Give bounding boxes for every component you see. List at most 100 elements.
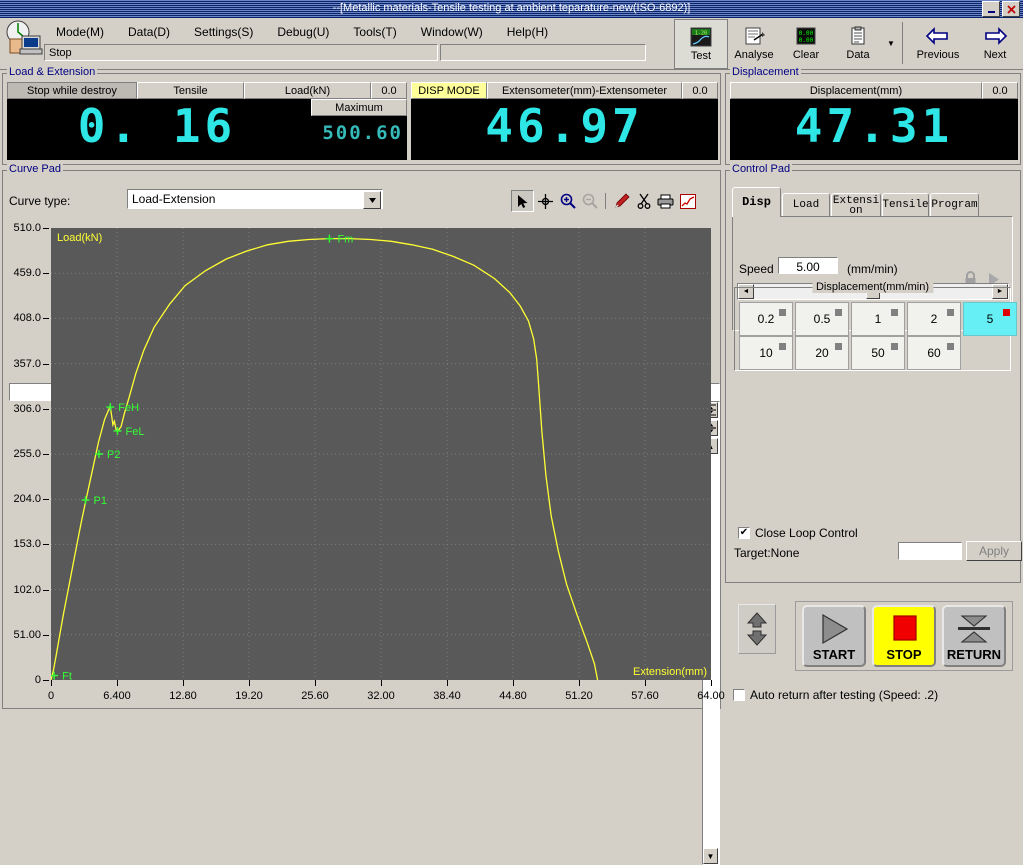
crosshair-icon[interactable] [535,191,556,211]
y-tick-mark [43,544,49,546]
tab-program[interactable]: Program [930,193,979,217]
chevron-down-icon[interactable] [363,191,381,209]
apply-button[interactable]: Apply [966,541,1022,561]
speed-button-10[interactable]: 10 [739,336,793,370]
svg-text:0.00: 0.00 [799,30,814,37]
speed-button-5[interactable]: 5 [963,302,1017,336]
speed-button-60[interactable]: 60 [907,336,961,370]
chart-scroll-down-button[interactable]: ▼ [703,848,718,864]
close-loop-control-row[interactable]: ✔ Close Loop Control [738,526,858,540]
window-title-bar: --[Metallic materials-Tensile testing at… [0,0,1023,18]
updown-jog-button[interactable] [738,604,776,654]
toolbar-button-test[interactable]: 1-20 Test [674,19,728,69]
stop-while-destroy-button[interactable]: Stop while destroy [7,82,137,99]
extensometer-label[interactable]: Extensometer(mm)-Extensometer [487,82,682,99]
status-text: Stop [44,44,438,61]
tab-load[interactable]: Load [782,193,830,217]
speed-indicator-dot [947,343,954,350]
displacement-label[interactable]: Displacement(mm) [730,82,982,99]
toolbar-button-clear[interactable]: 0.00 0.00 Clear [780,19,832,67]
load-panel: Stop while destroy Tensile Load(kN) 0.0 … [7,82,407,160]
load-panel-header: Stop while destroy Tensile Load(kN) 0.0 [7,82,407,99]
menu-item-help[interactable]: Help(H) [495,22,560,42]
svg-text:P2: P2 [107,449,120,461]
speed-input[interactable]: 5.00 [778,257,838,274]
chart-container[interactable]: 0 51.00 102.0 153.0 204.0 255.0 306.0 357.0 408.… [9,215,724,715]
tab-extension-line1: Extensi [832,194,880,207]
load-extension-group: Load & Extension Stop while destroy Tens… [2,66,721,165]
toolbar-button-previous[interactable]: Previous [907,19,969,67]
speed-button-60-label: 60 [927,346,941,360]
window-controls [982,1,1020,17]
speed-indicator-dot [835,343,842,350]
close-button[interactable] [1002,1,1020,17]
x-tick-label: 25.60 [301,690,329,702]
close-loop-checkbox[interactable]: ✔ [738,527,750,539]
target-input[interactable] [898,542,962,560]
tensile-button[interactable]: Tensile [137,82,244,99]
menu-item-tools[interactable]: Tools(T) [341,22,408,42]
svg-text:FeH: FeH [118,402,139,414]
displacement-value: 47.31 [794,99,954,153]
main-toolbar: 1-20 Test Analyse 0.00 0.00 Clear Data ▼… [674,19,1021,69]
window-title: --[Metallic materials-Tensile testing at… [332,2,691,14]
speed-button-1[interactable]: 1 [851,302,905,336]
curve-icon[interactable] [677,191,698,211]
toolbar-button-next[interactable]: Next [969,19,1021,67]
auto-return-label: Auto return after testing (Speed: .2) [750,688,939,702]
zoom-in-icon[interactable] [557,191,578,211]
auto-return-checkbox[interactable] [733,689,745,701]
speed-button-0-5[interactable]: 0.5 [795,302,849,336]
toolbar-button-data[interactable]: Data [832,19,884,67]
menu-item-mode[interactable]: Mode(M) [44,22,116,42]
speed-button-20[interactable]: 20 [795,336,849,370]
extensometer-zero-value[interactable]: 0.0 [682,82,718,99]
stop-button[interactable]: STOP [872,605,936,667]
load-zero-value[interactable]: 0.0 [371,82,407,99]
start-button[interactable]: START [802,605,866,667]
y-tick-label: 0 [34,674,41,686]
print-icon[interactable] [655,191,676,211]
load-unit-label[interactable]: Load(kN) [244,82,371,99]
svg-text:0.00: 0.00 [799,37,814,44]
tab-extension[interactable]: Extensi on [831,193,881,217]
play-triangle-icon [822,613,849,645]
speed-button-50[interactable]: 50 [851,336,905,370]
chart-plot-area[interactable]: Ft P1 P2 FeH FeL Fm Load(kN) Extension(mm) [51,228,711,680]
toolbar-overflow-dropdown[interactable]: ▼ [884,19,898,67]
menu-item-data[interactable]: Data(D) [116,22,182,42]
menu-item-debug[interactable]: Debug(U) [265,22,341,42]
curve-pad-group: Curve Pad Curve type: Load-Extension ▼ 0… [2,163,725,865]
maximum-button[interactable]: Maximum [311,99,407,116]
auto-return-row[interactable]: Auto return after testing (Speed: .2) [733,688,938,702]
speed-button-0-2[interactable]: 0.2 [739,302,793,336]
scissors-icon[interactable] [633,191,654,211]
toolbar-label-next: Next [983,49,1007,61]
stop-button-label: STOP [886,647,922,662]
speed-indicator-dot [779,309,786,316]
menu-item-settings[interactable]: Settings(S) [182,22,265,42]
toolbar-label-previous: Previous [916,49,960,61]
svg-text:FeL: FeL [126,426,145,438]
toolbar-button-analyse[interactable]: Analyse [728,19,780,67]
chart-y-axis: 0 51.00 102.0 153.0 204.0 255.0 306.0 357.0 408.… [9,222,51,686]
tab-disp[interactable]: Disp [732,187,781,217]
zoom-out-icon [579,191,600,211]
menu-item-window[interactable]: Window(W) [409,22,495,42]
status-row: Stop [44,44,646,61]
toolbar-label-analyse: Analyse [734,49,774,61]
disp-mode-badge[interactable]: DISP MODE [411,82,487,99]
curve-type-select[interactable]: Load-Extension [127,189,383,209]
minimize-button[interactable] [982,1,1000,17]
marker-pen-icon[interactable] [611,191,632,211]
select-arrow-icon[interactable] [511,190,534,212]
y-tick-label: 102.0 [13,583,41,596]
displacement-zero-value[interactable]: 0.0 [982,82,1018,99]
up-down-arrows-icon [746,612,768,646]
speed-button-2[interactable]: 2 [907,302,961,336]
svg-text:Fm: Fm [337,234,353,246]
x-tick-label: 12.80 [169,690,197,702]
y-tick-mark [43,589,49,591]
tab-tensile[interactable]: Tensile [882,193,929,217]
return-button[interactable]: RETURN [942,605,1006,667]
